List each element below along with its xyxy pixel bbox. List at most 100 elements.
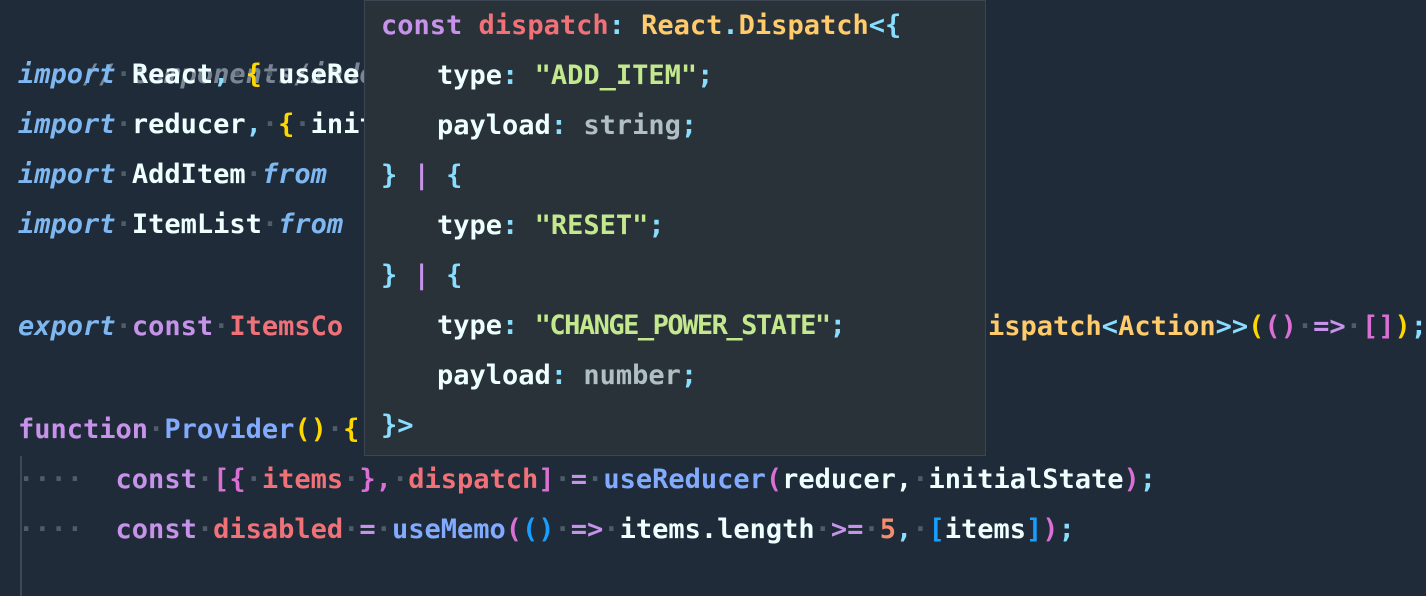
code-line-2[interactable]: import·React,·{·useRe [18,50,359,100]
keyword-export: export [18,311,116,342]
arg-reducer: reducer, [782,464,913,495]
keyword-function: function [18,414,149,445]
code-line-7[interactable]: export·const·ItemsCo [18,302,343,352]
tooltip-line-6: } | { [381,251,462,301]
keyword-const: const [115,514,197,545]
code-line-10[interactable]: ···· const·[{·items·},·dispatch]·=·useRe… [18,455,1156,505]
keyword-import: import [18,59,116,90]
number-literal: 5 [879,514,896,545]
tip-type: Dispatch [738,10,869,41]
tip-string: "ADD_ITEM" [534,60,698,91]
equals: = [359,514,376,545]
tooltip-line-8: payload: number; [437,351,697,401]
semicolon: ; [1410,311,1426,342]
tip-semi: ; [648,210,665,241]
tooltip-line-9: }> [381,401,414,451]
brace: { [278,109,295,140]
tip-semi: ; [697,60,714,91]
tip-type-string: string [583,110,681,141]
tip-key: payload [437,110,551,141]
expr-items-length: items.length [619,514,815,545]
paren-close: ) [1042,514,1059,545]
keyword-from: from [278,209,344,240]
keyword-import: import [18,209,116,240]
paren-open: ( [765,464,783,495]
tip-semi: ; [680,360,698,391]
angle-open: < [1101,311,1119,342]
angle-close: >> [1215,311,1249,342]
tip-keyword-const: const [381,10,463,41]
tip-type-number: number [583,360,681,391]
tip-key: type [437,210,503,241]
code-line-3[interactable]: import·reducer,·{·init [18,100,376,150]
code-line-5[interactable]: import·ItemList·from [18,200,343,250]
paren-close: ) [1394,311,1411,342]
code-editor[interactable]: // components/indes. import·React,·{·use… [0,0,1426,596]
brace: { [343,414,360,445]
var-items: items [261,464,344,495]
tip-name: dispatch [478,10,609,41]
fn-usememo: useMemo [391,514,506,545]
var-disabled: disabled [213,514,344,545]
context-name: ItemsCo [229,311,344,342]
comma: , [245,109,262,140]
paren-close: ) [1123,464,1140,495]
tooltip-line-5: type: "RESET"; [437,201,665,251]
code-line-1[interactable]: // components/indes. [18,0,408,90]
hover-tooltip: const dispatch: React.Dispatch<{ type: "… [364,0,986,456]
keyword-const: const [131,311,214,342]
code-line-11[interactable]: ···· const·disabled·=·useMemo(()·=>·item… [18,505,1075,555]
keyword-from: from [261,159,327,190]
tooltip-line-1: const dispatch: React.Dispatch<{ [381,1,901,51]
tip-open: { [446,160,463,191]
type-action: Action [1118,311,1216,342]
empty-parens: () [522,514,555,545]
operator-gte: >= [830,514,864,545]
tip-pipe: | [413,160,430,191]
semicolon: ; [1058,514,1075,545]
keyword-const: const [115,464,197,495]
tip-pipe: | [413,260,430,291]
import-rest: useRe [278,59,360,90]
tip-colon: : [550,110,568,141]
comma: , [213,59,230,90]
tooltip-line-3: payload: string; [437,101,697,151]
keyword-import: import [18,159,116,190]
tip-string: "RESET" [534,210,649,241]
tip-key: payload [437,360,551,391]
keyword-import: import [18,109,116,140]
arrow: => [1313,311,1346,342]
import-name: React [131,59,214,90]
import-name: reducer [131,109,246,140]
destructure-open: [{ [213,464,246,495]
tip-dot: . [722,10,739,41]
tip-colon: : [502,310,519,341]
tip-namespace: React [641,10,723,41]
tooltip-line-2: type: "ADD_ITEM"; [437,51,713,101]
tip-key: type [437,310,503,341]
tip-string: "CHANGE_POWER_STATE" [534,310,832,341]
tip-semi: ; [829,310,846,341]
arg-initialstate: initialState [928,464,1124,495]
paren-open: ( [505,514,522,545]
array-item: items [944,514,1027,545]
semicolon: ; [1139,464,1157,495]
dispatch-type-fragment: ispatch [988,311,1102,342]
import-name: ItemList [131,209,262,240]
paren-open: ( [1248,311,1265,342]
comma: , [895,514,913,545]
tip-key: type [437,60,503,91]
import-name: AddItem [131,159,246,190]
tooltip-line-4: } | { [381,151,462,201]
empty-parens: () [1264,311,1297,342]
brace: { [245,59,262,90]
code-line-4[interactable]: import·AddItem·from [18,150,327,200]
parens: () [294,414,327,445]
tip-close: } [381,160,398,191]
tip-semi: ; [680,110,698,141]
tip-colon: : [550,360,568,391]
code-line-7-tail[interactable]: ispatch<Action>>(()·=>·[]); [988,302,1426,352]
arrow: => [570,514,604,545]
tooltip-line-7: type: "CHANGE_POWER_STATE"; [437,301,846,351]
code-line-9[interactable]: function·Provider()·{ [18,405,359,455]
